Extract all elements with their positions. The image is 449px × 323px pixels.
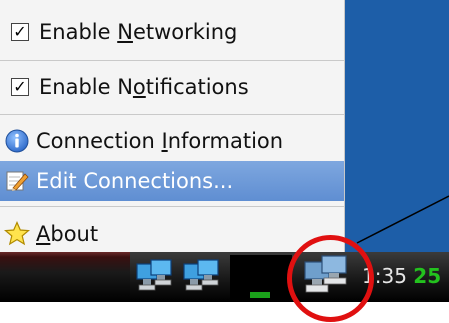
edit-pencil-icon (4, 168, 30, 194)
star-icon (4, 221, 30, 247)
menu-item-label: Connection Information (36, 129, 284, 153)
checkbox-enable-networking[interactable]: ✓ (11, 23, 29, 41)
taskbar-clock[interactable]: 1:35 25 (362, 264, 441, 288)
menu-item-enable-networking[interactable]: ✓ Enable Networking (0, 12, 344, 52)
taskbar-left-area (0, 252, 130, 302)
menu-item-connection-information[interactable]: Connection Information (0, 121, 344, 161)
menu-separator (0, 114, 344, 115)
menu-item-enable-notifications[interactable]: ✓ Enable Notifications (0, 67, 344, 107)
menu-separator (0, 206, 344, 207)
network-activity-icon[interactable] (135, 258, 175, 298)
network-context-menu: ✓ Enable Networking ✓ Enable Notificatio… (0, 0, 345, 252)
network-monitor-graph[interactable] (230, 255, 292, 300)
menu-item-edit-connections[interactable]: Edit Connections... (0, 161, 344, 201)
menu-item-label: Enable Networking (39, 20, 238, 44)
info-icon (4, 128, 30, 154)
check-mark-icon: ✓ (13, 22, 27, 41)
network-monitor-bar (250, 292, 270, 298)
network-activity-icon[interactable] (182, 258, 222, 298)
menu-separator (0, 60, 344, 61)
menu-item-label: Edit Connections... (36, 169, 234, 193)
desktop-background (345, 0, 449, 252)
check-mark-icon: ✓ (13, 77, 27, 96)
menu-item-label: About (36, 222, 99, 246)
checkbox-enable-notifications[interactable]: ✓ (11, 78, 29, 96)
network-manager-tray-icon[interactable] (300, 254, 350, 299)
menu-item-about[interactable]: About (0, 214, 344, 254)
menu-item-label: Enable Notifications (39, 75, 249, 99)
